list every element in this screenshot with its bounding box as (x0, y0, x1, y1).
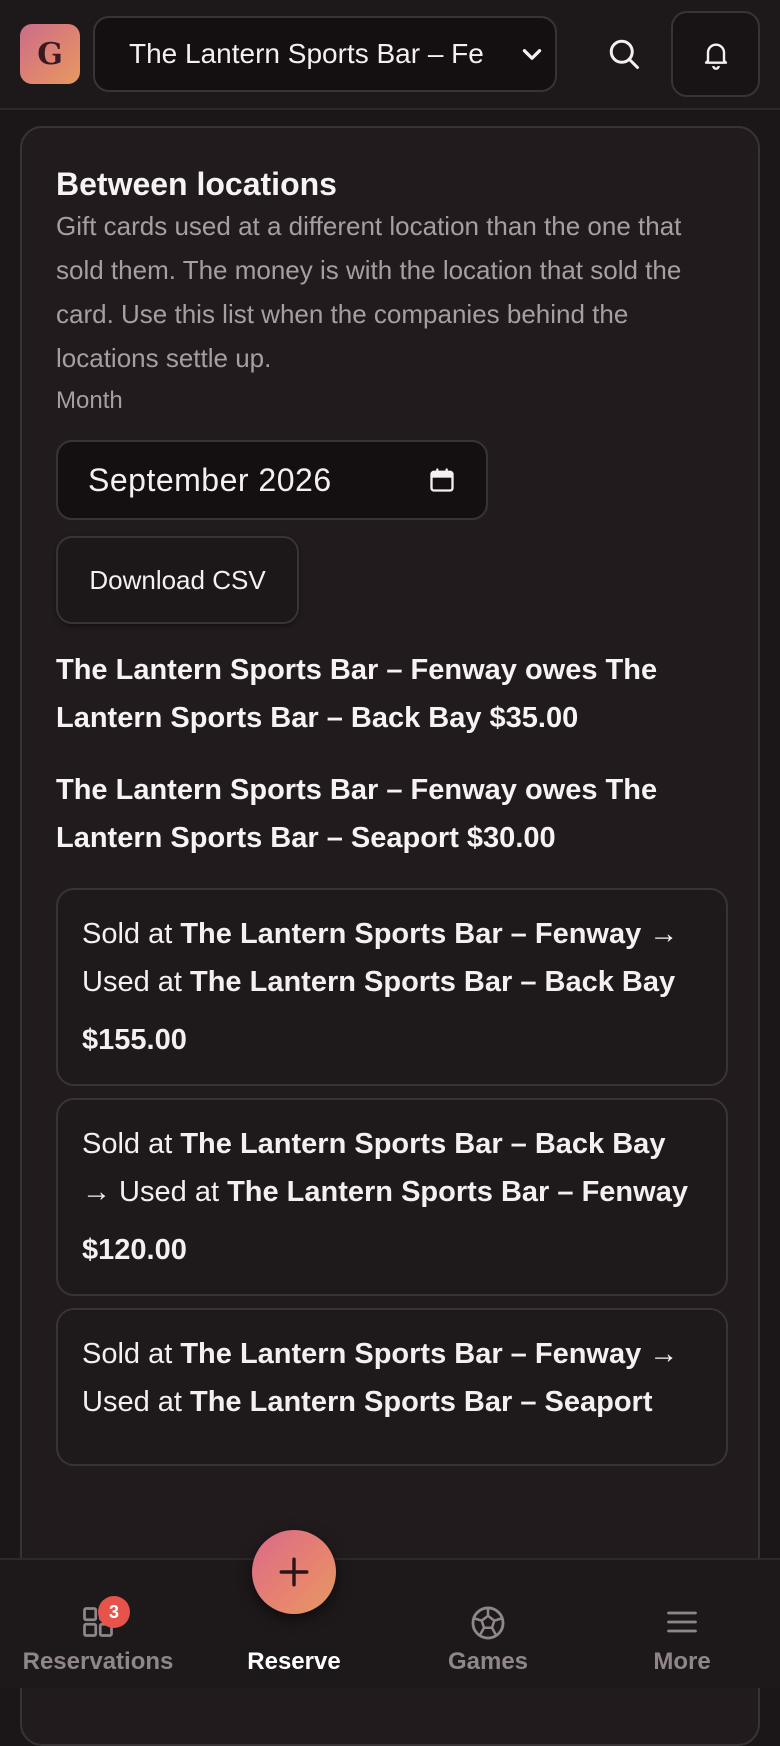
app-logo[interactable]: G (20, 24, 80, 84)
used-at-location: The Lantern Sports Bar – Seaport (190, 1386, 653, 1418)
search-icon (609, 39, 639, 69)
menu-icon (667, 1611, 697, 1633)
download-csv-button[interactable]: Download CSV (56, 536, 299, 624)
nav-reservations[interactable]: 3 Reservations (0, 1560, 196, 1690)
transfer-route: Sold at The Lantern Sports Bar – Fenway … (82, 918, 679, 998)
nav-more[interactable]: More (584, 1560, 780, 1690)
nav-games-label: Games (447, 1648, 529, 1675)
top-bar: G The Lantern Sports Bar – Fe (0, 0, 780, 110)
reserve-fab[interactable] (252, 1530, 336, 1614)
bell-icon (704, 43, 727, 70)
month-input-value: September 2026 (88, 461, 332, 498)
sold-at-location: The Lantern Sports Bar – Fenway (180, 1338, 642, 1370)
settlement-summary: The Lantern Sports Bar – Fenway owes The… (56, 774, 658, 854)
sold-at-location: The Lantern Sports Bar – Back Bay (180, 1128, 666, 1160)
notifications-button[interactable] (671, 11, 760, 97)
month-label: Month (56, 387, 123, 414)
nav-games[interactable]: Games (392, 1560, 584, 1690)
reservations-badge: 3 (98, 1596, 130, 1628)
transfer-card: Sold at The Lantern Sports Bar – Back Ba… (56, 1098, 728, 1296)
nav-reserve[interactable]: Reserve (196, 1530, 392, 1690)
transfer-amount: $155.00 (82, 1024, 187, 1056)
bottom-nav: 3 Reservations Reserve Games More (0, 1530, 780, 1690)
logo-letter: G (37, 36, 63, 72)
plus-icon (279, 1557, 309, 1587)
calendar-icon[interactable] (428, 466, 456, 494)
transfer-amount: $120.00 (82, 1234, 187, 1266)
between-locations-card: Between locations Gift cards used at a d… (20, 126, 760, 1746)
transfer-route: Sold at The Lantern Sports Bar – Back Ba… (82, 1128, 688, 1208)
nav-more-label: More (653, 1648, 711, 1675)
transfer-route: Sold at The Lantern Sports Bar – Fenway … (82, 1338, 679, 1418)
soccer-ball-icon (471, 1606, 505, 1640)
download-csv-label: Download CSV (89, 564, 266, 595)
month-input[interactable]: September 2026 (56, 440, 488, 520)
sold-at-location: The Lantern Sports Bar – Fenway (180, 918, 642, 950)
location-select-value: The Lantern Sports Bar – Fe (129, 38, 484, 69)
chevron-down-icon (522, 49, 542, 60)
search-button[interactable] (592, 22, 656, 86)
settlement-summary: The Lantern Sports Bar – Fenway owes The… (56, 654, 658, 734)
transfer-card: Sold at The Lantern Sports Bar – Fenway … (56, 1308, 728, 1466)
section-title: Between locations (56, 166, 337, 202)
transfer-card: Sold at The Lantern Sports Bar – Fenway … (56, 888, 728, 1086)
nav-reserve-label: Reserve (247, 1648, 341, 1675)
section-description: Gift cards used at a different location … (56, 211, 682, 373)
nav-reservations-label: Reservations (22, 1648, 174, 1675)
used-at-location: The Lantern Sports Bar – Fenway (227, 1176, 688, 1208)
used-at-location: The Lantern Sports Bar – Back Bay (190, 966, 676, 998)
location-select[interactable]: The Lantern Sports Bar – Fe (93, 16, 557, 92)
